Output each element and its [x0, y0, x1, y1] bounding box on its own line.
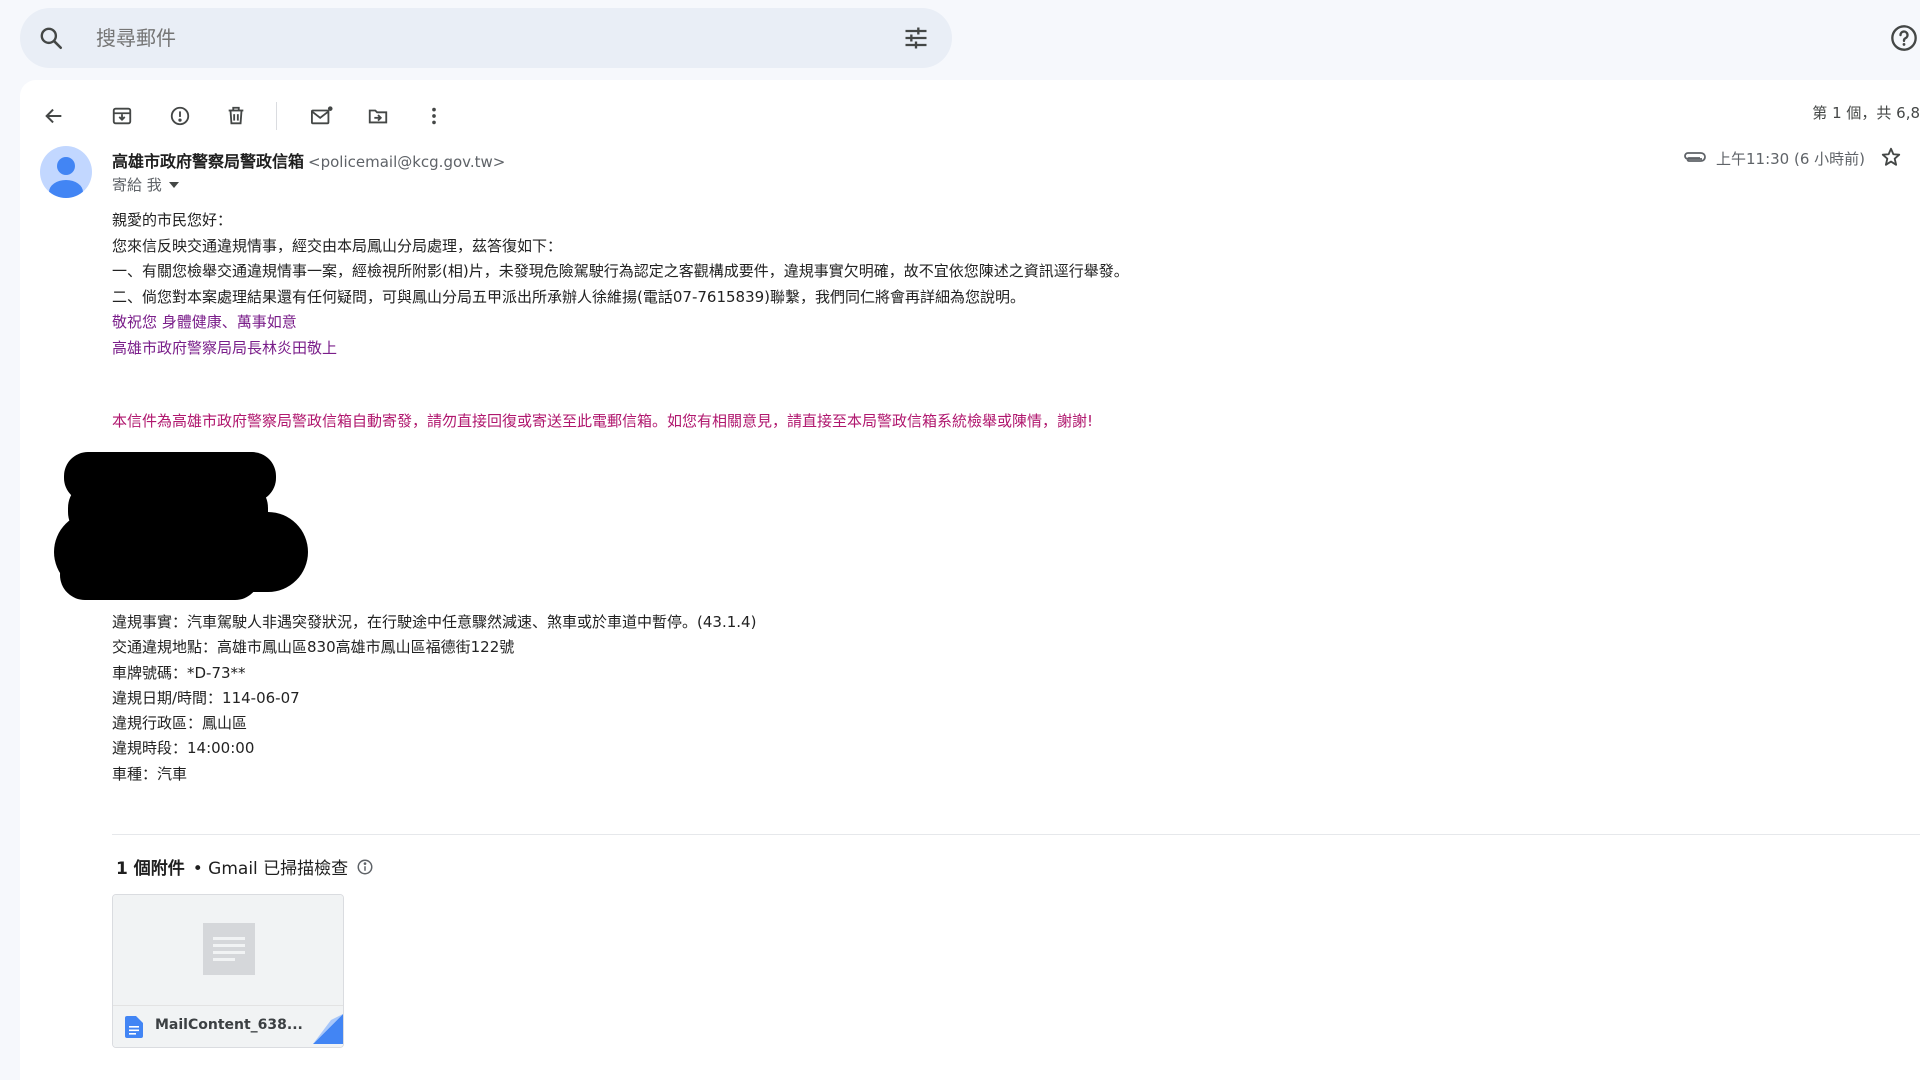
auto-notice: 本信件為高雄市政府警察局警政信箱自動寄發，請勿直接回復或寄送至此電郵信箱。如您有…: [112, 412, 1094, 430]
detail-line: 違規日期/時間：114-06-07: [112, 688, 300, 707]
back-arrow-icon[interactable]: [36, 98, 72, 134]
body-line: 您來信反映交通違規情事，經交由本局鳳山分局處理，茲答復如下：: [112, 236, 563, 255]
detail-line: 車種：汽車: [112, 764, 188, 783]
redaction-mark: [60, 550, 260, 600]
closing: 敬祝您 身體健康、萬事如意: [112, 313, 297, 331]
mark-unread-icon[interactable]: [304, 98, 340, 134]
attachment-filename: MailContent_638...: [155, 1017, 303, 1033]
sender-name[interactable]: 高雄市政府警察局警政信箱: [112, 152, 304, 171]
detail-line: 交通違規地點：高雄市鳳山區830高雄市鳳山區福德街122號: [112, 638, 515, 657]
body-line: 一、有關您檢舉交通違規情事一案，經檢視所附影(相)片，未發現危險駕駛行為認定之客…: [112, 262, 1129, 280]
document-preview-icon: [203, 923, 255, 975]
attachment-preview[interactable]: [113, 895, 343, 1005]
archive-icon[interactable]: [104, 98, 140, 134]
detail-line: 違規時段：14:00:00: [112, 739, 255, 758]
message-meta: 上午11:30 (6 小時前): [1682, 148, 1865, 169]
page-fold-icon: [301, 1014, 343, 1047]
info-icon[interactable]: [356, 858, 374, 876]
sender-line: 高雄市政府警察局警政信箱 <policemail@kcg.gov.tw>: [112, 148, 505, 172]
pagination-text: 第 1 個，共 6,8: [1812, 104, 1920, 122]
delete-icon[interactable]: [218, 98, 254, 134]
attachment-clip-icon: [1684, 151, 1706, 162]
move-to-icon[interactable]: [360, 98, 396, 134]
recipient-line[interactable]: 寄給 我: [112, 174, 180, 195]
body-line: 二、倘您對本案處理結果還有任何疑問，可與鳳山分局五甲派出所承辦人徐維揚(電話07…: [112, 287, 1026, 306]
search-bar[interactable]: [20, 8, 952, 68]
attachment-footer[interactable]: MailContent_638...: [113, 1005, 343, 1047]
search-icon[interactable]: [38, 25, 64, 55]
attachment-count: 1 個附件: [116, 859, 185, 879]
greeting: 親愛的市民您好：: [112, 211, 233, 229]
message-panel: 第 1 個，共 6,8 高雄市政府警察局警政信箱 <policemail@kcg.…: [20, 80, 1920, 1080]
toolbar-divider: [276, 102, 277, 130]
avatar[interactable]: [40, 146, 92, 198]
detail-line: 車牌號碼：*D-73**: [112, 663, 246, 682]
help-icon[interactable]: [1890, 24, 1918, 56]
sender-email: <policemail@kcg.gov.tw>: [308, 153, 506, 171]
detail-line: 違規事實：汽車駕駛人非遇突發狀況，在行駛途中任意驟然減速、煞車或於車道中暫停。(…: [112, 613, 757, 631]
attachment-header: 1 個附件 • Gmail 已掃描檢查: [116, 854, 374, 879]
violation-details: 違規事實：汽車駕駛人非遇突發狀況，在行駛途中任意驟然減速、煞車或於車道中暫停。(…: [112, 610, 756, 787]
more-options-icon[interactable]: [416, 98, 452, 134]
signature: 高雄市政府警察局局長林炎田敬上: [112, 338, 338, 357]
scan-label: • Gmail 已掃描檢查: [192, 859, 349, 879]
recipient-label: 寄給 我: [112, 176, 162, 194]
message-time: 上午11:30 (6 小時前): [1716, 150, 1866, 168]
report-spam-icon[interactable]: [162, 98, 198, 134]
attachment-card[interactable]: MailContent_638...: [112, 894, 344, 1048]
attachment-divider: [112, 834, 1920, 835]
star-icon[interactable]: [1880, 146, 1902, 172]
file-document-icon: [125, 1016, 143, 1042]
detail-line: 違規行政區：鳳山區: [112, 714, 248, 733]
chevron-down-icon[interactable]: [168, 180, 180, 190]
message-body: 親愛的市民您好： 您來信反映交通違規情事，經交由本局鳳山分局處理，茲答復如下： …: [112, 208, 1129, 361]
search-input[interactable]: [96, 8, 696, 68]
filter-options-icon[interactable]: [902, 24, 930, 56]
